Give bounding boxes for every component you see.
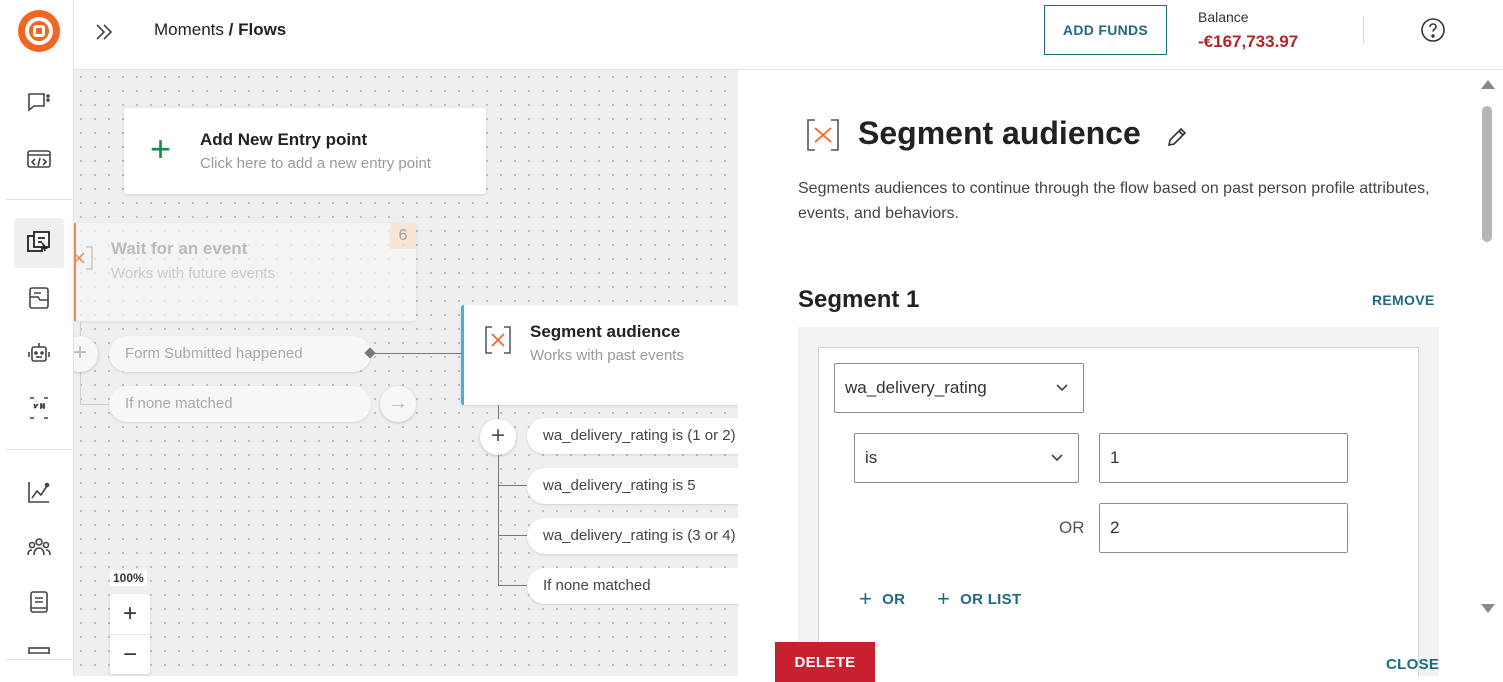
- remove-segment-button[interactable]: REMOVE: [1372, 292, 1434, 308]
- chevron-down-icon: [1056, 384, 1068, 392]
- audit-log-icon[interactable]: [14, 577, 64, 627]
- branch-pill[interactable]: Form Submitted happened: [109, 336, 371, 372]
- code-chat-icon[interactable]: [14, 134, 64, 184]
- left-rail: [0, 0, 74, 676]
- zoom-controls: + −: [110, 594, 150, 674]
- operator-select-value: is: [865, 448, 878, 467]
- branch-pill[interactable]: wa_delivery_rating is (3 or 4): [527, 518, 738, 554]
- chevron-down-icon: [1051, 454, 1063, 462]
- breadcrumb-separator: /: [223, 20, 239, 39]
- expand-sidebar-icon[interactable]: [92, 20, 116, 44]
- breadcrumb: Moments / Flows: [154, 20, 286, 40]
- number-masking-icon[interactable]: [14, 383, 64, 433]
- divider: [1363, 16, 1364, 44]
- branch-pill[interactable]: If none matched: [527, 568, 738, 604]
- delete-button[interactable]: DELETE: [775, 642, 875, 682]
- moments-icon[interactable]: [14, 218, 64, 268]
- scroll-down-arrow[interactable]: [1481, 604, 1495, 613]
- scrollbar-thumb[interactable]: [1482, 106, 1492, 242]
- count-badge: 6: [390, 223, 416, 249]
- wait-node-subtitle: Works with future events: [111, 265, 275, 282]
- add-or-label: OR: [882, 591, 906, 608]
- attribute-select-value: wa_delivery_rating: [845, 378, 987, 397]
- node-settings-panel: Segment audience Segments audiences to c…: [738, 70, 1503, 682]
- segment-rule-box: wa_delivery_rating is 1 OR 2 + OR + OR LIS…: [798, 327, 1439, 676]
- attribute-select[interactable]: wa_delivery_rating: [834, 363, 1084, 413]
- add-funds-button[interactable]: ADD FUNDS: [1044, 5, 1167, 55]
- segment-heading: Segment 1: [798, 286, 920, 313]
- value-input[interactable]: 2: [1099, 503, 1348, 553]
- help-icon[interactable]: [1420, 17, 1446, 43]
- add-or-button[interactable]: + OR: [859, 586, 905, 612]
- segment-audience-node[interactable]: Segment audience Works with past events: [461, 305, 738, 405]
- arrow-right-icon[interactable]: →: [380, 386, 416, 422]
- branch-pill[interactable]: If none matched: [109, 386, 371, 422]
- plus-icon: +: [859, 586, 873, 611]
- add-entry-point-card[interactable]: + Add New Entry point Click here to add …: [124, 108, 486, 194]
- segment-node-icon: [74, 246, 93, 270]
- scroll-up-arrow[interactable]: [1481, 80, 1495, 89]
- zoom-level: 100%: [110, 570, 147, 586]
- bot-icon[interactable]: [14, 328, 64, 378]
- billing-icon[interactable]: [14, 630, 64, 654]
- wait-node-title: Wait for an event: [111, 239, 248, 258]
- breadcrumb-moments[interactable]: Moments: [154, 20, 224, 39]
- plus-icon: +: [150, 128, 172, 169]
- flow-canvas[interactable]: + Add New Entry point Click here to add …: [74, 70, 738, 676]
- entry-subtitle: Click here to add a new entry point: [200, 155, 431, 172]
- breadcrumb-flows: Flows: [238, 20, 287, 39]
- balance-value: -€167,733.97: [1198, 32, 1299, 51]
- entry-title: Add New Entry point: [200, 130, 368, 149]
- branch-pill[interactable]: wa_delivery_rating is (1 or 2): [527, 418, 738, 454]
- segment-node-title: Segment audience: [530, 322, 681, 341]
- segment-node-icon: [485, 326, 511, 354]
- add-branch-button[interactable]: +: [74, 336, 98, 372]
- templates-icon[interactable]: [14, 273, 64, 323]
- zoom-out-button[interactable]: −: [110, 634, 150, 674]
- add-or-list-label: OR LIST: [960, 591, 1022, 608]
- segment-node-subtitle: Works with past events: [530, 347, 684, 364]
- operator-select[interactable]: is: [854, 433, 1079, 483]
- branch-pill[interactable]: wa_delivery_rating is 5: [527, 468, 738, 504]
- conversations-icon[interactable]: [14, 78, 64, 128]
- zoom-in-button[interactable]: +: [110, 594, 150, 634]
- add-or-list-button[interactable]: + OR LIST: [937, 586, 1021, 612]
- plus-icon: +: [937, 586, 951, 611]
- wait-for-event-node[interactable]: Wait for an event Works with future even…: [74, 223, 416, 321]
- segment-audience-icon: [807, 119, 839, 151]
- panel-description: Segments audiences to continue through t…: [798, 180, 1430, 222]
- balance-label: Balance: [1198, 9, 1249, 25]
- edit-pencil-icon[interactable]: [1166, 126, 1188, 148]
- value-input[interactable]: 1: [1099, 433, 1348, 483]
- top-bar: Moments / Flows ADD FUNDS Balance -€167,…: [74, 0, 1503, 70]
- add-branch-button[interactable]: +: [480, 419, 516, 455]
- brand-logo[interactable]: [18, 10, 60, 52]
- people-icon[interactable]: [14, 522, 64, 572]
- panel-title: Segment audience: [858, 115, 1141, 151]
- rule-group: wa_delivery_rating is 1 OR 2 + OR + OR LIS…: [818, 347, 1419, 676]
- analytics-icon[interactable]: [14, 467, 64, 517]
- close-button[interactable]: CLOSE: [1386, 656, 1439, 673]
- or-label: OR: [1059, 518, 1085, 537]
